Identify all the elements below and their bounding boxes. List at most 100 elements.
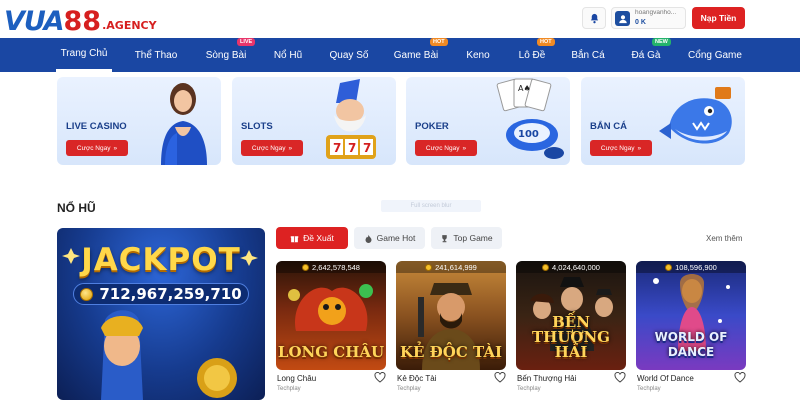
count-value: 4,024,640,000: [552, 262, 600, 272]
jackpot-title: JACKPOT: [81, 242, 241, 278]
bet-now-button[interactable]: Cược Ngay »: [590, 140, 652, 156]
nav-item-cockfight[interactable]: Đá Gà NEW: [628, 38, 671, 72]
game-card-ke-doc-tai[interactable]: 241,614,999 KẺ ĐỘC TÀI: [396, 261, 506, 370]
button-label: Cược Ngay: [76, 144, 111, 152]
nav-label: Cổng Game: [688, 49, 742, 61]
nav-item-sports[interactable]: Thể Thao: [127, 38, 185, 72]
tab-top-game[interactable]: Top Game: [431, 227, 502, 249]
logo-number: 88: [63, 6, 102, 37]
count-value: 241,614,999: [435, 262, 477, 272]
notification-button[interactable]: [582, 7, 606, 29]
user-account[interactable]: hoangvanho... 0 K: [611, 7, 686, 29]
arrows-icon: »: [288, 144, 293, 152]
coin-icon: [665, 263, 673, 271]
top-header: VUA 88 .AGENCY hoangvanho... 0 K Nạp Tiề…: [0, 0, 800, 38]
heart-icon[interactable]: [734, 372, 746, 383]
game-logo-text: KẺ ĐỘC TÀI: [399, 343, 503, 361]
tab-recommended[interactable]: Đề Xuất: [276, 227, 348, 249]
heart-icon[interactable]: [494, 372, 506, 383]
button-label: Cược Ngay: [600, 144, 635, 152]
cards-chips-illustration: A♠ 100: [496, 78, 564, 159]
nav-item-card-games[interactable]: Game Bài HOT: [390, 38, 448, 72]
banner-live-casino[interactable]: LIVE CASINO Cược Ngay »: [57, 77, 221, 165]
game-name[interactable]: Long Châu: [277, 374, 316, 383]
game-name[interactable]: World Of Dance: [637, 374, 694, 383]
logo-text: VUA: [4, 6, 65, 37]
arrows-icon: »: [637, 144, 642, 152]
nav-label: Trang Chủ: [60, 48, 108, 59]
wizard-slot-illustration: 7 7 7: [326, 79, 376, 159]
bet-now-button[interactable]: Cược Ngay »: [241, 140, 303, 156]
nav-label: Đá Gà: [631, 49, 661, 61]
section-title: NỔ HŨ: [57, 201, 96, 215]
banner-title: POKER: [415, 121, 449, 132]
bell-icon: [590, 13, 598, 23]
nav-item-keno[interactable]: Keno: [460, 38, 496, 72]
bet-now-button[interactable]: Cược Ngay »: [415, 140, 477, 156]
game-logo-text: BẾN THƯỢNG HẢI: [531, 313, 610, 361]
bet-now-button[interactable]: Cược Ngay »: [66, 140, 128, 156]
live-badge: LIVE: [237, 38, 256, 46]
page: VUA 88 .AGENCY hoangvanho... 0 K Nạp Tiề…: [0, 0, 800, 400]
arrows-icon: »: [113, 144, 118, 152]
svg-text:A♠: A♠: [518, 84, 531, 93]
tab-label: Đề Xuất: [303, 233, 334, 243]
tab-label: Game Hot: [376, 233, 416, 243]
jackpot-value: 712,967,259,710: [99, 285, 242, 303]
nav-label: Bắn Cá: [571, 49, 605, 61]
site-logo[interactable]: VUA 88 .AGENCY: [4, 6, 157, 36]
nav-item-lottery[interactable]: Quay Số: [324, 38, 374, 72]
svg-text:100: 100: [518, 129, 539, 140]
game-provider: Techplay: [397, 386, 421, 392]
nav-item-home[interactable]: Trang Chủ: [56, 38, 112, 72]
nav-label: Nổ Hũ: [273, 49, 303, 61]
shark-illustration: [659, 87, 732, 144]
nav-item-game-portal[interactable]: Cổng Game: [684, 38, 746, 72]
nav-item-lotto[interactable]: Lô Đề HOT: [512, 38, 555, 72]
banner-title: LIVE CASINO: [66, 121, 127, 132]
coin-icon: [425, 263, 433, 271]
jackpot-panel[interactable]: JACKPOT 712,967,259,710: [57, 228, 265, 400]
coin-icon: [302, 263, 310, 271]
coin-icon: [80, 287, 94, 301]
game-card-world-of-dance[interactable]: 108,596,900 WORLD OF DANCE: [636, 261, 746, 370]
count-value: 2,642,578,548: [312, 262, 360, 272]
user-icon: [618, 14, 627, 23]
nav-item-fishing[interactable]: Bắn Cá: [568, 38, 608, 72]
jackpot-counter: 712,967,259,710: [73, 283, 249, 305]
nav-label: Thể Thao: [134, 49, 178, 61]
logo-suffix: .AGENCY: [102, 19, 157, 32]
heart-icon[interactable]: [374, 372, 386, 383]
hot-badge: HOT: [430, 38, 448, 46]
fire-icon: [365, 234, 372, 243]
player-count: 241,614,999: [396, 261, 506, 273]
avatar: [615, 11, 630, 26]
see-more-link[interactable]: Xem thêm: [706, 234, 742, 243]
new-badge: NEW: [652, 38, 671, 46]
nav-label: Keno: [466, 49, 490, 61]
nav-item-casino[interactable]: Sòng Bài LIVE: [198, 38, 256, 72]
hot-badge: HOT: [537, 38, 555, 46]
tab-hot[interactable]: Game Hot: [354, 227, 425, 249]
nav-label: Game Bài: [393, 49, 439, 61]
heart-icon[interactable]: [614, 372, 626, 383]
game-card-long-chau[interactable]: 2,642,578,548 LONG CHÂU: [276, 261, 386, 370]
arrows-icon: »: [462, 144, 467, 152]
banner-title: SLOTS: [241, 121, 273, 132]
game-name[interactable]: Kẻ Độc Tài: [397, 374, 436, 383]
deposit-button[interactable]: Nạp Tiền: [692, 7, 745, 29]
game-logo-text: WORLD OF DANCE: [654, 330, 728, 359]
banner-poker[interactable]: A♠ 100 POKER Cược Ngay »: [406, 77, 570, 165]
gift-icon: [290, 235, 299, 242]
banner-slots[interactable]: 7 7 7 SLOTS Cược Ngay »: [232, 77, 396, 165]
nav-label: Lô Đề: [518, 49, 546, 61]
game-card-ben-thuong-hai[interactable]: 4,024,640,000 BẾN THƯỢNG HẢI: [516, 261, 626, 370]
banner-fishing[interactable]: BẮN CÁ Cược Ngay »: [581, 77, 745, 165]
game-name[interactable]: Bến Thượng Hải: [517, 374, 576, 383]
svg-text:7: 7: [363, 141, 371, 155]
player-count: 108,596,900: [636, 261, 746, 273]
svg-text:7: 7: [333, 141, 341, 155]
game-provider: Techplay: [277, 386, 301, 392]
game-provider: Techplay: [637, 386, 661, 392]
nav-item-slots[interactable]: Nổ Hũ: [266, 38, 310, 72]
